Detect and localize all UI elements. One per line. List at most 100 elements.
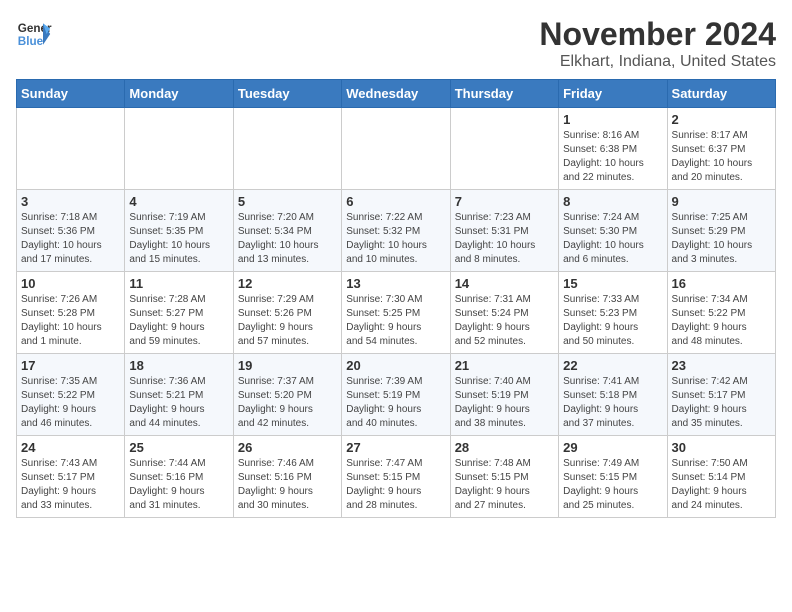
svg-text:Blue: Blue xyxy=(18,35,44,48)
calendar-day-cell: 9 Sunrise: 7:25 AM Sunset: 5:29 PM Daylig… xyxy=(667,190,775,272)
weekday-header: Tuesday xyxy=(233,80,341,108)
day-info: Sunrise: 7:42 AM Sunset: 5:17 PM Dayligh… xyxy=(672,375,771,431)
calendar-day-cell xyxy=(342,108,450,190)
calendar-day-cell: 23 Sunrise: 7:42 AM Sunset: 5:17 PM Dayli… xyxy=(667,354,775,436)
logo-icon: General Blue xyxy=(16,16,52,52)
page-title: November 2024 xyxy=(539,16,776,53)
calendar-day-cell: 1 Sunrise: 8:16 AM Sunset: 6:38 PM Daylig… xyxy=(559,108,667,190)
day-info: Sunrise: 7:37 AM Sunset: 5:20 PM Dayligh… xyxy=(238,375,337,431)
day-info: Sunrise: 7:39 AM Sunset: 5:19 PM Dayligh… xyxy=(346,375,445,431)
day-number: 6 xyxy=(346,194,445,209)
calendar-day-cell: 27 Sunrise: 7:47 AM Sunset: 5:15 PM Dayli… xyxy=(342,436,450,518)
day-number: 23 xyxy=(672,358,771,373)
weekday-header: Monday xyxy=(125,80,233,108)
day-number: 1 xyxy=(563,112,662,127)
calendar-day-cell: 18Sunrise: 7:36 AM Sunset: 5:21 PM Dayli… xyxy=(125,354,233,436)
page-header: General Blue November 2024 Elkhart, Indi… xyxy=(16,16,776,71)
day-number: 21 xyxy=(455,358,554,373)
calendar-header-row: SundayMondayTuesdayWednesdayThursdayFrid… xyxy=(17,80,776,108)
calendar-day-cell: 24Sunrise: 7:43 AM Sunset: 5:17 PM Dayli… xyxy=(17,436,125,518)
day-number: 27 xyxy=(346,440,445,455)
calendar-day-cell: 15 Sunrise: 7:33 AM Sunset: 5:23 PM Dayli… xyxy=(559,272,667,354)
calendar-day-cell: 2Sunrise: 8:17 AM Sunset: 6:37 PM Daylig… xyxy=(667,108,775,190)
calendar-day-cell xyxy=(450,108,558,190)
calendar-day-cell: 25 Sunrise: 7:44 AM Sunset: 5:16 PM Dayli… xyxy=(125,436,233,518)
day-number: 13 xyxy=(346,276,445,291)
calendar-day-cell: 21 Sunrise: 7:40 AM Sunset: 5:19 PM Dayli… xyxy=(450,354,558,436)
weekday-header: Sunday xyxy=(17,80,125,108)
calendar-day-cell: 6 Sunrise: 7:22 AM Sunset: 5:32 PM Daylig… xyxy=(342,190,450,272)
day-number: 19 xyxy=(238,358,337,373)
logo: General Blue xyxy=(16,16,52,52)
calendar-day-cell: 11 Sunrise: 7:28 AM Sunset: 5:27 PM Dayli… xyxy=(125,272,233,354)
day-number: 28 xyxy=(455,440,554,455)
day-number: 25 xyxy=(129,440,228,455)
day-number: 29 xyxy=(563,440,662,455)
calendar-day-cell: 8 Sunrise: 7:24 AM Sunset: 5:30 PM Daylig… xyxy=(559,190,667,272)
day-info: Sunrise: 7:33 AM Sunset: 5:23 PM Dayligh… xyxy=(563,293,662,349)
day-info: Sunrise: 8:16 AM Sunset: 6:38 PM Dayligh… xyxy=(563,129,662,185)
calendar-week-row: 3Sunrise: 7:18 AM Sunset: 5:36 PM Daylig… xyxy=(17,190,776,272)
day-info: Sunrise: 7:31 AM Sunset: 5:24 PM Dayligh… xyxy=(455,293,554,349)
calendar-day-cell: 10Sunrise: 7:26 AM Sunset: 5:28 PM Dayli… xyxy=(17,272,125,354)
calendar-week-row: 17Sunrise: 7:35 AM Sunset: 5:22 PM Dayli… xyxy=(17,354,776,436)
day-number: 11 xyxy=(129,276,228,291)
calendar-day-cell: 7 Sunrise: 7:23 AM Sunset: 5:31 PM Daylig… xyxy=(450,190,558,272)
calendar-day-cell: 4Sunrise: 7:19 AM Sunset: 5:35 PM Daylig… xyxy=(125,190,233,272)
day-number: 26 xyxy=(238,440,337,455)
day-number: 22 xyxy=(563,358,662,373)
weekday-header: Wednesday xyxy=(342,80,450,108)
day-info: Sunrise: 7:24 AM Sunset: 5:30 PM Dayligh… xyxy=(563,211,662,267)
weekday-header: Friday xyxy=(559,80,667,108)
day-info: Sunrise: 7:28 AM Sunset: 5:27 PM Dayligh… xyxy=(129,293,228,349)
title-area: November 2024 Elkhart, Indiana, United S… xyxy=(539,16,776,71)
day-info: Sunrise: 7:18 AM Sunset: 5:36 PM Dayligh… xyxy=(21,211,120,267)
day-info: Sunrise: 7:49 AM Sunset: 5:15 PM Dayligh… xyxy=(563,457,662,513)
day-number: 2 xyxy=(672,112,771,127)
calendar-day-cell: 14Sunrise: 7:31 AM Sunset: 5:24 PM Dayli… xyxy=(450,272,558,354)
day-number: 15 xyxy=(563,276,662,291)
day-number: 9 xyxy=(672,194,771,209)
day-info: Sunrise: 7:48 AM Sunset: 5:15 PM Dayligh… xyxy=(455,457,554,513)
calendar-day-cell: 28 Sunrise: 7:48 AM Sunset: 5:15 PM Dayli… xyxy=(450,436,558,518)
day-info: Sunrise: 7:47 AM Sunset: 5:15 PM Dayligh… xyxy=(346,457,445,513)
day-number: 10 xyxy=(21,276,120,291)
calendar-day-cell xyxy=(233,108,341,190)
calendar-day-cell: 13Sunrise: 7:30 AM Sunset: 5:25 PM Dayli… xyxy=(342,272,450,354)
day-number: 16 xyxy=(672,276,771,291)
day-number: 8 xyxy=(563,194,662,209)
calendar-day-cell: 26 Sunrise: 7:46 AM Sunset: 5:16 PM Dayli… xyxy=(233,436,341,518)
day-info: Sunrise: 7:46 AM Sunset: 5:16 PM Dayligh… xyxy=(238,457,337,513)
day-number: 5 xyxy=(238,194,337,209)
day-number: 24 xyxy=(21,440,120,455)
day-info: Sunrise: 7:41 AM Sunset: 5:18 PM Dayligh… xyxy=(563,375,662,431)
weekday-header: Saturday xyxy=(667,80,775,108)
day-info: Sunrise: 7:50 AM Sunset: 5:14 PM Dayligh… xyxy=(672,457,771,513)
day-info: Sunrise: 7:40 AM Sunset: 5:19 PM Dayligh… xyxy=(455,375,554,431)
day-info: Sunrise: 7:44 AM Sunset: 5:16 PM Dayligh… xyxy=(129,457,228,513)
calendar-day-cell: 16Sunrise: 7:34 AM Sunset: 5:22 PM Dayli… xyxy=(667,272,775,354)
weekday-header: Thursday xyxy=(450,80,558,108)
day-info: Sunrise: 7:29 AM Sunset: 5:26 PM Dayligh… xyxy=(238,293,337,349)
calendar-day-cell: 19 Sunrise: 7:37 AM Sunset: 5:20 PM Dayli… xyxy=(233,354,341,436)
calendar-day-cell: 22 Sunrise: 7:41 AM Sunset: 5:18 PM Dayli… xyxy=(559,354,667,436)
calendar-week-row: 24Sunrise: 7:43 AM Sunset: 5:17 PM Dayli… xyxy=(17,436,776,518)
calendar-day-cell: 5Sunrise: 7:20 AM Sunset: 5:34 PM Daylig… xyxy=(233,190,341,272)
calendar-day-cell: 30 Sunrise: 7:50 AM Sunset: 5:14 PM Dayli… xyxy=(667,436,775,518)
calendar-day-cell: 17Sunrise: 7:35 AM Sunset: 5:22 PM Dayli… xyxy=(17,354,125,436)
day-info: Sunrise: 7:35 AM Sunset: 5:22 PM Dayligh… xyxy=(21,375,120,431)
calendar-day-cell xyxy=(17,108,125,190)
day-info: Sunrise: 7:25 AM Sunset: 5:29 PM Dayligh… xyxy=(672,211,771,267)
calendar-day-cell: 29 Sunrise: 7:49 AM Sunset: 5:15 PM Dayli… xyxy=(559,436,667,518)
day-number: 30 xyxy=(672,440,771,455)
day-number: 7 xyxy=(455,194,554,209)
day-info: Sunrise: 7:23 AM Sunset: 5:31 PM Dayligh… xyxy=(455,211,554,267)
calendar-day-cell: 3Sunrise: 7:18 AM Sunset: 5:36 PM Daylig… xyxy=(17,190,125,272)
day-number: 20 xyxy=(346,358,445,373)
day-number: 18 xyxy=(129,358,228,373)
calendar-week-row: 10Sunrise: 7:26 AM Sunset: 5:28 PM Dayli… xyxy=(17,272,776,354)
day-number: 12 xyxy=(238,276,337,291)
calendar-table: SundayMondayTuesdayWednesdayThursdayFrid… xyxy=(16,79,776,518)
day-info: Sunrise: 7:22 AM Sunset: 5:32 PM Dayligh… xyxy=(346,211,445,267)
calendar-day-cell: 20 Sunrise: 7:39 AM Sunset: 5:19 PM Dayli… xyxy=(342,354,450,436)
